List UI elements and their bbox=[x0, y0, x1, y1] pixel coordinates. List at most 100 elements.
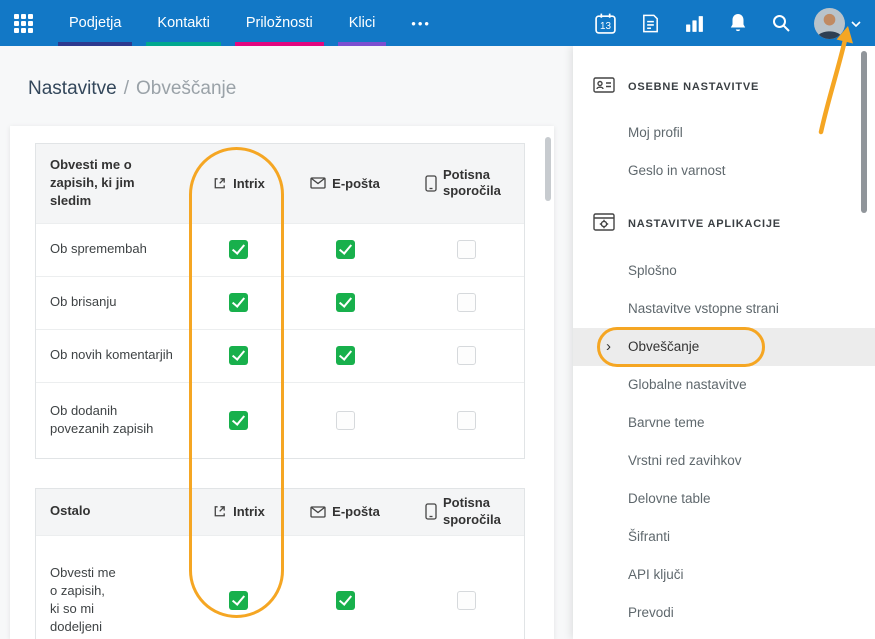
person-card-icon bbox=[593, 76, 615, 99]
column-label: Potisna sporočila bbox=[443, 167, 507, 200]
chevron-down-icon[interactable] bbox=[851, 14, 861, 32]
envelope-icon bbox=[310, 506, 326, 518]
sidebar-item-nastavitve-vstopne-strani[interactable]: Nastavitve vstopne strani bbox=[573, 290, 875, 328]
nav-tab-label: Podjetja bbox=[69, 15, 121, 31]
sidebar-item-label: Obveščanje bbox=[628, 339, 699, 354]
nav-tab-podjetja[interactable]: Podjetja bbox=[58, 0, 132, 46]
row-label: Ob dodanih povezanih zapisih bbox=[36, 390, 193, 450]
table-header-row: Ostalo Intrix E-pošta bbox=[36, 489, 524, 535]
other-notifications-table: Ostalo Intrix E-pošta bbox=[35, 488, 525, 639]
table-row-dodeljeni-zapisi: Obvesti me o zapisih, ki so mi dodeljeni bbox=[36, 535, 524, 639]
topbar-actions: 13 bbox=[594, 8, 861, 39]
breadcrumb: Nastavitve / Obveščanje bbox=[28, 78, 236, 100]
table-title: Ostalo bbox=[36, 490, 193, 532]
column-header-potisna: Potisna sporočila bbox=[406, 495, 526, 528]
nav-tab-priloznosti[interactable]: Priložnosti bbox=[235, 0, 324, 46]
table-title: Obvesti me o zapisih, ki jim sledim bbox=[36, 144, 193, 223]
nav-underline bbox=[235, 42, 324, 46]
topbar: Podjetja Kontakti Priložnosti Klici ••• … bbox=[0, 0, 875, 46]
content-scrollbar[interactable] bbox=[545, 137, 551, 201]
nav-tab-kontakti[interactable]: Kontakti bbox=[146, 0, 220, 46]
chevron-right-icon: › bbox=[606, 328, 611, 366]
sidebar-section-application: NASTAVITVE APLIKACIJE Splošno Nastavitve… bbox=[593, 211, 875, 632]
checkbox-intrix[interactable] bbox=[229, 591, 248, 610]
settings-sidebar: OSEBNE NASTAVITVE Moj profil Geslo in va… bbox=[573, 46, 875, 639]
sidebar-scrollbar[interactable] bbox=[861, 51, 867, 213]
checkbox-potisna[interactable] bbox=[457, 411, 476, 430]
bar-chart-icon[interactable] bbox=[684, 13, 705, 34]
notes-icon[interactable] bbox=[640, 13, 661, 34]
nav-tab-klici[interactable]: Klici bbox=[338, 0, 387, 46]
calendar-day-number: 13 bbox=[600, 21, 612, 32]
checkbox-eposta[interactable] bbox=[336, 346, 355, 365]
checkbox-eposta[interactable] bbox=[336, 411, 355, 430]
sidebar-item-obvescanje[interactable]: › Obveščanje bbox=[573, 328, 875, 366]
app-settings-icon bbox=[593, 213, 615, 236]
sidebar-item-api-kljuci[interactable]: API ključi bbox=[573, 556, 875, 594]
apps-grid-icon[interactable] bbox=[14, 14, 33, 33]
table-row-ob-novih-komentarjih: Ob novih komentarjih bbox=[36, 329, 524, 382]
checkbox-potisna[interactable] bbox=[457, 346, 476, 365]
checkbox-intrix[interactable] bbox=[229, 293, 248, 312]
sidebar-item-moj-profil[interactable]: Moj profil bbox=[573, 114, 875, 152]
column-header-potisna: Potisna sporočila bbox=[406, 167, 526, 200]
sidebar-item-geslo-in-varnost[interactable]: Geslo in varnost bbox=[573, 152, 875, 190]
column-header-intrix: Intrix bbox=[193, 504, 284, 519]
sidebar-item-vrstni-red-zavihkov[interactable]: Vrstni red zavihkov bbox=[573, 442, 875, 480]
sidebar-item-globalne-nastavitve[interactable]: Globalne nastavitve bbox=[573, 366, 875, 404]
checkbox-potisna[interactable] bbox=[457, 293, 476, 312]
smartphone-icon bbox=[425, 503, 437, 520]
column-label: Potisna sporočila bbox=[443, 495, 507, 528]
column-header-eposta: E-pošta bbox=[284, 504, 406, 519]
nav-tab-more[interactable]: ••• bbox=[400, 0, 442, 46]
row-label: Obvesti me o zapisih, ki so mi dodeljeni bbox=[36, 552, 193, 639]
nav-tab-label: Priložnosti bbox=[246, 15, 313, 31]
envelope-icon bbox=[310, 177, 326, 189]
nav-tab-label: Kontakti bbox=[157, 15, 209, 31]
nav-underline bbox=[58, 42, 132, 46]
sidebar-item-splosno[interactable]: Splošno bbox=[573, 252, 875, 290]
user-menu[interactable] bbox=[814, 8, 861, 39]
search-icon[interactable] bbox=[771, 13, 791, 33]
sidebar-item-prevodi[interactable]: Prevodi bbox=[573, 594, 875, 632]
column-label: E-pošta bbox=[332, 504, 380, 519]
page-title: Obveščanje bbox=[136, 78, 236, 99]
breadcrumb-nastavitve[interactable]: Nastavitve bbox=[28, 78, 117, 99]
checkbox-eposta[interactable] bbox=[336, 293, 355, 312]
checkbox-potisna[interactable] bbox=[457, 591, 476, 610]
follow-notifications-table: Obvesti me o zapisih, ki jim sledim Intr… bbox=[35, 143, 525, 459]
table-row-ob-spremembah: Ob spremembah bbox=[36, 223, 524, 276]
avatar[interactable] bbox=[814, 8, 845, 39]
row-label: Ob novih komentarjih bbox=[36, 334, 193, 376]
smartphone-icon bbox=[425, 175, 437, 192]
column-label: Intrix bbox=[233, 176, 265, 191]
table-row-ob-brisanju: Ob brisanju bbox=[36, 276, 524, 329]
checkbox-intrix[interactable] bbox=[229, 346, 248, 365]
checkbox-eposta[interactable] bbox=[336, 240, 355, 259]
row-label: Ob spremembah bbox=[36, 228, 193, 270]
sidebar-section-header: NASTAVITVE APLIKACIJE bbox=[593, 211, 875, 237]
calendar-icon[interactable]: 13 bbox=[594, 12, 617, 35]
checkbox-eposta[interactable] bbox=[336, 591, 355, 610]
row-label: Ob brisanju bbox=[36, 281, 193, 323]
nav-tab-label: Klici bbox=[349, 15, 376, 31]
sidebar-item-sifranti[interactable]: Šifranti bbox=[573, 518, 875, 556]
bell-icon[interactable] bbox=[728, 12, 748, 34]
intrix-app-icon bbox=[212, 504, 227, 519]
checkbox-potisna[interactable] bbox=[457, 240, 476, 259]
breadcrumb-separator: / bbox=[124, 78, 129, 99]
checkbox-intrix[interactable] bbox=[229, 411, 248, 430]
table-header-row: Obvesti me o zapisih, ki jim sledim Intr… bbox=[36, 144, 524, 223]
sidebar-section-title: OSEBNE NASTAVITVE bbox=[628, 81, 759, 93]
sidebar-item-delovne-table[interactable]: Delovne table bbox=[573, 480, 875, 518]
sidebar-item-barvne-teme[interactable]: Barvne teme bbox=[573, 404, 875, 442]
checkbox-intrix[interactable] bbox=[229, 240, 248, 259]
table-row-ob-dodanih-povezanih: Ob dodanih povezanih zapisih bbox=[36, 382, 524, 458]
more-dots-icon: ••• bbox=[411, 16, 431, 31]
column-label: E-pošta bbox=[332, 176, 380, 191]
notifications-card: Obvesti me o zapisih, ki jim sledim Intr… bbox=[10, 126, 554, 639]
intrix-app-icon bbox=[212, 176, 227, 191]
nav-underline bbox=[338, 42, 387, 46]
column-header-intrix: Intrix bbox=[193, 176, 284, 191]
main-nav: Podjetja Kontakti Priložnosti Klici ••• bbox=[58, 0, 456, 46]
